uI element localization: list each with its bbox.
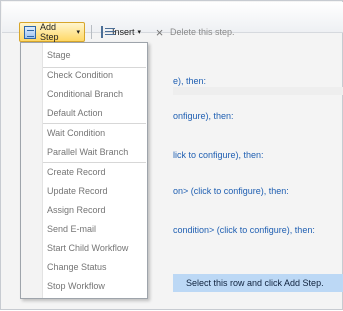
workflow-row[interactable]: condition> (click to configure), then:	[173, 220, 315, 240]
insert-button[interactable]: Insert ▾	[97, 22, 145, 42]
menu-item-update-record[interactable]: Update Record	[47, 182, 145, 200]
menu-item-check-condition[interactable]: Check Condition	[47, 66, 145, 84]
workflow-row[interactable]: lick to configure), then:	[173, 145, 264, 165]
workflow-row-text: condition> (click to configure), then:	[173, 225, 315, 235]
delete-icon: ×	[155, 24, 164, 40]
toolbar-separator	[91, 25, 92, 39]
hint-text: Select this row and click Add Step.	[186, 278, 324, 288]
menu-item-stop-workflow[interactable]: Stop Workflow	[47, 277, 145, 295]
add-step-button[interactable]: Add Step ▾	[19, 22, 85, 42]
workflow-editor-frame: Add Step ▾ Insert ▾ × Delete this step. …	[0, 0, 343, 310]
delete-step-label: Delete this step.	[170, 27, 235, 37]
menu-item-default-action[interactable]: Default Action	[47, 104, 145, 122]
menu-item-parallel-wait-branch[interactable]: Parallel Wait Branch	[47, 143, 145, 161]
selected-row-hint[interactable]: Select this row and click Add Step.	[173, 274, 343, 292]
workflow-row-text: lick to configure), then:	[173, 150, 264, 160]
menu-item-conditional-branch[interactable]: Conditional Branch	[47, 85, 145, 103]
menu-item-create-record[interactable]: Create Record	[47, 163, 145, 181]
menu-item-stage[interactable]: Stage	[47, 46, 145, 64]
chevron-down-icon: ▾	[137, 29, 141, 36]
insert-label: Insert	[111, 27, 135, 37]
menu-item-wait-condition[interactable]: Wait Condition	[47, 124, 145, 142]
delete-step-button[interactable]: × Delete this step.	[149, 22, 239, 42]
menu-item-send-email[interactable]: Send E-mail	[47, 220, 145, 238]
workflow-row[interactable]: e), then:	[173, 71, 206, 91]
menu-item-start-child-workflow[interactable]: Start Child Workflow	[47, 239, 145, 257]
workflow-row-text: e), then:	[173, 76, 207, 86]
menu-item-assign-record[interactable]: Assign Record	[47, 201, 145, 219]
workflow-row-text: onfigure), then:	[173, 111, 234, 121]
workflow-row-text: on> (click to configure), then:	[173, 186, 289, 196]
add-step-menu: Stage Check Condition Conditional Branch…	[20, 42, 148, 299]
workflow-row[interactable]: on> (click to configure), then:	[173, 181, 289, 201]
chevron-down-icon: ▾	[76, 29, 80, 36]
insert-icon	[101, 26, 115, 38]
add-step-icon	[24, 25, 36, 39]
menu-item-change-status[interactable]: Change Status	[47, 258, 145, 276]
add-step-label: Add Step	[39, 22, 59, 42]
workflow-row[interactable]: onfigure), then:	[173, 106, 234, 126]
menu-gutter	[21, 43, 43, 298]
